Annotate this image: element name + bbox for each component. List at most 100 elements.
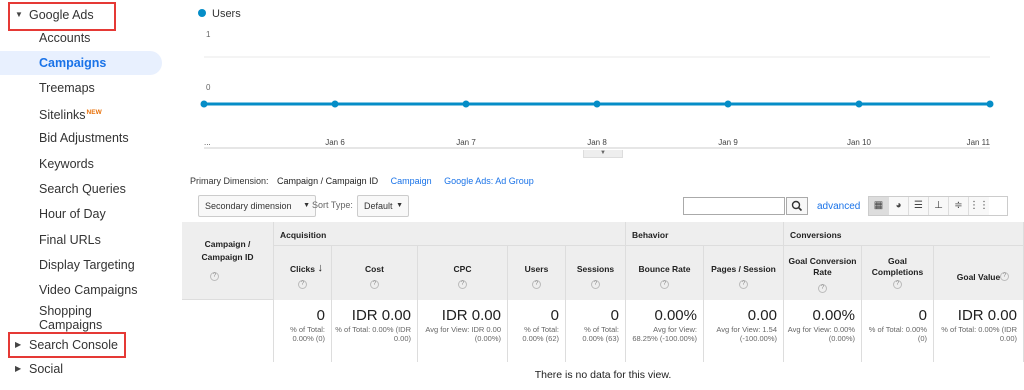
- chevron-down-icon: ▼: [396, 202, 403, 209]
- sidebar-item-label: Final URLs: [39, 233, 101, 247]
- data-point[interactable]: [724, 100, 732, 108]
- primary-dimension-bar: Primary Dimension: Campaign / Campaign I…: [190, 176, 534, 186]
- group-label: Acquisition: [280, 230, 327, 240]
- column-header[interactable]: Goal Value?: [934, 246, 1024, 300]
- column-header[interactable]: Bounce Rate?: [626, 246, 704, 300]
- dimension-header[interactable]: Campaign / Campaign ID ?: [182, 222, 274, 300]
- column-header[interactable]: Clicks ↓?: [274, 246, 332, 300]
- sidebar-item-keywords[interactable]: Keywords: [0, 152, 162, 176]
- help-icon[interactable]: ?: [298, 280, 307, 289]
- sidebar-item-display-targeting[interactable]: Display Targeting: [0, 253, 162, 277]
- sidebar-item-label: Search Queries: [39, 182, 126, 196]
- sidebar-item-label: Display Targeting: [39, 258, 135, 272]
- chart-collapse-handle[interactable]: ▼: [583, 150, 623, 158]
- column-header-label: Cost: [365, 264, 384, 274]
- table-view-icon[interactable]: ▦: [869, 197, 889, 215]
- help-icon[interactable]: ?: [818, 284, 827, 293]
- total-subtext: % of Total: 0.00% (0): [290, 325, 325, 343]
- column-header-label: Goal Value: [956, 272, 1001, 282]
- sort-descending-icon[interactable]: ↓: [318, 262, 324, 274]
- sidebar-item-label: Treemaps: [39, 81, 95, 95]
- sidebar-section-social[interactable]: ▶ Social: [0, 356, 63, 382]
- column-header[interactable]: Goal Completions?: [862, 246, 934, 300]
- performance-view-icon[interactable]: ☰: [909, 197, 929, 215]
- total-value: 0.00: [747, 307, 777, 324]
- highlight-box: [8, 332, 126, 358]
- column-header-label: Users: [524, 264, 549, 274]
- column-header[interactable]: Cost?: [332, 246, 418, 300]
- sidebar-item-campaigns[interactable]: Campaigns: [0, 51, 162, 75]
- total-value: 0: [610, 307, 619, 324]
- column-header[interactable]: CPC?: [418, 246, 508, 300]
- chart-legend[interactable]: Users: [198, 8, 241, 20]
- secondary-dimension-dropdown[interactable]: Secondary dimension ▼: [198, 195, 316, 217]
- help-icon[interactable]: ?: [532, 280, 541, 289]
- sidebar-item-treemaps[interactable]: Treemaps: [0, 76, 162, 100]
- comparison-view-icon[interactable]: ⊥: [929, 197, 949, 215]
- sidebar: ▼ Google Ads Accounts Campaigns Treemaps…: [0, 0, 182, 390]
- column-header[interactable]: Goal Conversion Rate?: [784, 246, 862, 300]
- total-value: IDR 0.00: [441, 307, 501, 324]
- data-point[interactable]: [855, 100, 863, 108]
- sidebar-item-hour-of-day[interactable]: Hour of Day: [0, 202, 162, 226]
- pivot-view-icon[interactable]: ⋮⋮: [969, 197, 989, 215]
- sidebar-item-sitelinks[interactable]: SitelinksNEW: [0, 101, 162, 125]
- help-icon[interactable]: ?: [210, 272, 219, 281]
- sort-type-dropdown[interactable]: Default ▼: [357, 195, 409, 217]
- help-icon[interactable]: ?: [591, 280, 600, 289]
- total-cell: 0% of Total: 0.00% (0): [274, 300, 332, 362]
- help-icon[interactable]: ?: [739, 280, 748, 289]
- total-cell: 0% of Total: 0.00% (0): [862, 300, 934, 362]
- group-label: Behavior: [632, 230, 669, 240]
- x-tick-label: Jan 9: [718, 138, 738, 147]
- column-header[interactable]: Sessions?: [566, 246, 626, 300]
- term-cloud-view-icon[interactable]: ≑: [949, 197, 969, 215]
- help-icon[interactable]: ?: [458, 280, 467, 289]
- data-point[interactable]: [200, 100, 208, 108]
- help-icon[interactable]: ?: [660, 280, 669, 289]
- table-view-switcher: ▦ ◕ ☰ ⊥ ≑ ⋮⋮: [868, 196, 1008, 216]
- advanced-filter-link[interactable]: advanced: [817, 201, 860, 212]
- data-point[interactable]: [593, 100, 601, 108]
- table-search-input[interactable]: [683, 197, 785, 215]
- data-point[interactable]: [331, 100, 339, 108]
- dimension-total-cell: [182, 300, 274, 362]
- sidebar-item-search-queries[interactable]: Search Queries: [0, 177, 162, 201]
- x-tick-label: ...: [204, 138, 211, 147]
- search-button[interactable]: [786, 197, 808, 215]
- total-subtext: % of Total: 0.00% (62): [522, 325, 559, 343]
- pie-view-icon[interactable]: ◕: [889, 197, 909, 215]
- y-tick-label: 0: [206, 83, 211, 92]
- sidebar-item-video-campaigns[interactable]: Video Campaigns: [0, 278, 162, 302]
- sidebar-item-label: Bid Adjustments: [39, 131, 129, 145]
- total-subtext: % of Total: 0.00% (63): [582, 325, 619, 343]
- secondary-dimension-label: Secondary dimension: [205, 201, 292, 211]
- data-point[interactable]: [462, 100, 470, 108]
- primary-dimension-current: Campaign / Campaign ID: [277, 176, 379, 186]
- sort-type-value: Default: [364, 201, 393, 211]
- data-point[interactable]: [986, 100, 994, 108]
- sidebar-item-label: Sitelinks: [39, 108, 86, 123]
- column-header-label: CPC: [453, 264, 472, 274]
- group-header-behavior: Behavior: [626, 222, 784, 246]
- column-header[interactable]: Pages / Session?: [704, 246, 784, 300]
- help-icon[interactable]: ?: [893, 280, 902, 289]
- help-icon[interactable]: ?: [370, 280, 379, 289]
- y-tick-label: 1: [206, 30, 211, 39]
- primary-dimension-label: Primary Dimension:: [190, 176, 269, 186]
- dimension-option-ad-group[interactable]: Google Ads: Ad Group: [444, 176, 534, 186]
- total-value: 0: [918, 307, 927, 324]
- x-tick-label: Jan 6: [325, 138, 345, 147]
- column-header[interactable]: Users?: [508, 246, 566, 300]
- sidebar-item-bid-adjustments[interactable]: Bid Adjustments: [0, 126, 162, 150]
- sidebar-item-final-urls[interactable]: Final URLs: [0, 228, 162, 252]
- sidebar-item-shopping-campaigns[interactable]: Shopping Campaigns: [0, 304, 130, 332]
- dimension-option-campaign[interactable]: Campaign: [391, 176, 432, 186]
- total-cell: 0.00% Avg for View: 68.25% (-100.00%): [626, 300, 704, 362]
- help-icon[interactable]: ?: [1000, 272, 1009, 281]
- total-value: IDR 0.00: [351, 307, 411, 324]
- search-icon: [791, 200, 803, 212]
- sidebar-item-accounts[interactable]: Accounts: [0, 26, 162, 50]
- total-subtext: % of Total: 0.00% (IDR 0.00): [941, 325, 1017, 343]
- chevron-down-icon: ▼: [303, 202, 310, 209]
